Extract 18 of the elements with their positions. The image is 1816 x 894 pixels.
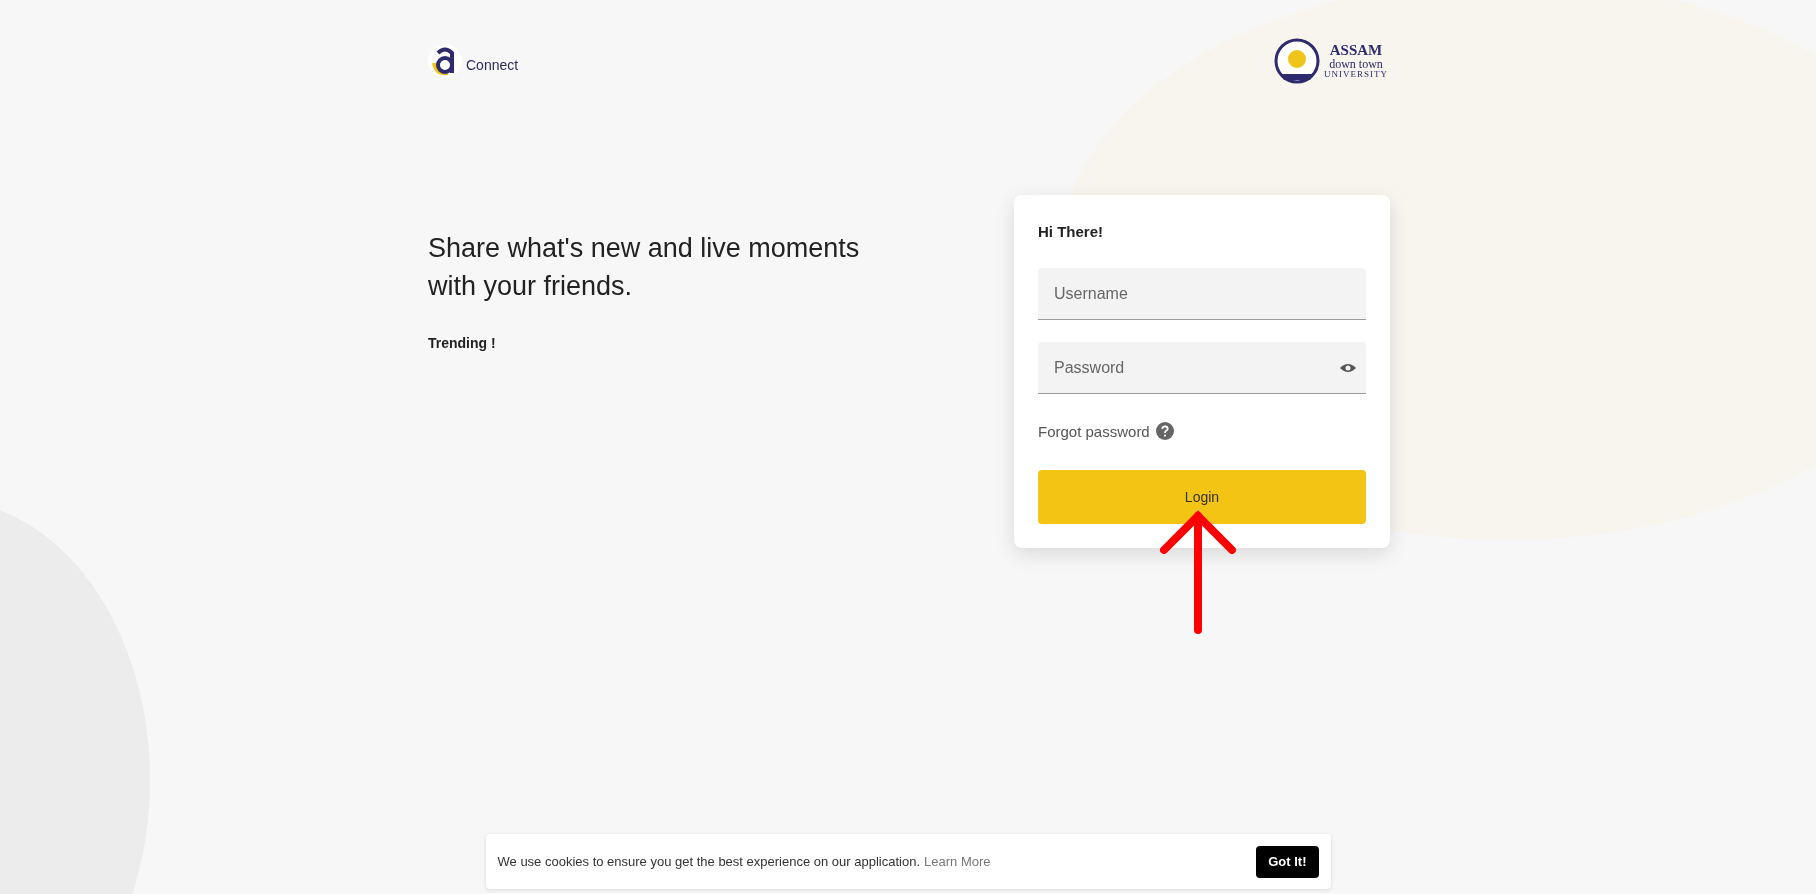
eye-icon[interactable] [1340, 363, 1356, 373]
username-field[interactable]: Username [1038, 268, 1366, 320]
greeting-title: Hi There! [1038, 223, 1104, 240]
university-seal-icon [1274, 38, 1320, 84]
university-logo-text: ASSAM [1329, 43, 1383, 58]
trending-label: Trending ! [428, 335, 497, 351]
forgot-password-link[interactable]: Forgot password [1038, 422, 1150, 440]
letter-a-logo-icon [428, 43, 462, 79]
university-logo-text: UNIVERSITY [1324, 70, 1388, 79]
app-logo-text: Connect [466, 57, 519, 73]
got-it-button[interactable]: Got It! [1256, 845, 1319, 878]
login-button[interactable]: Login [1038, 470, 1366, 524]
headline: Share what's new and live moments with your friends. [428, 232, 861, 303]
help-icon[interactable] [1155, 422, 1174, 440]
learn-more-link[interactable]: Learn More [924, 854, 991, 869]
password-field[interactable]: Password [1038, 342, 1366, 394]
university-logo-text: down town [1329, 58, 1383, 70]
cookie-message: We use cookies to ensure you get the best experience on our application. [497, 854, 921, 869]
